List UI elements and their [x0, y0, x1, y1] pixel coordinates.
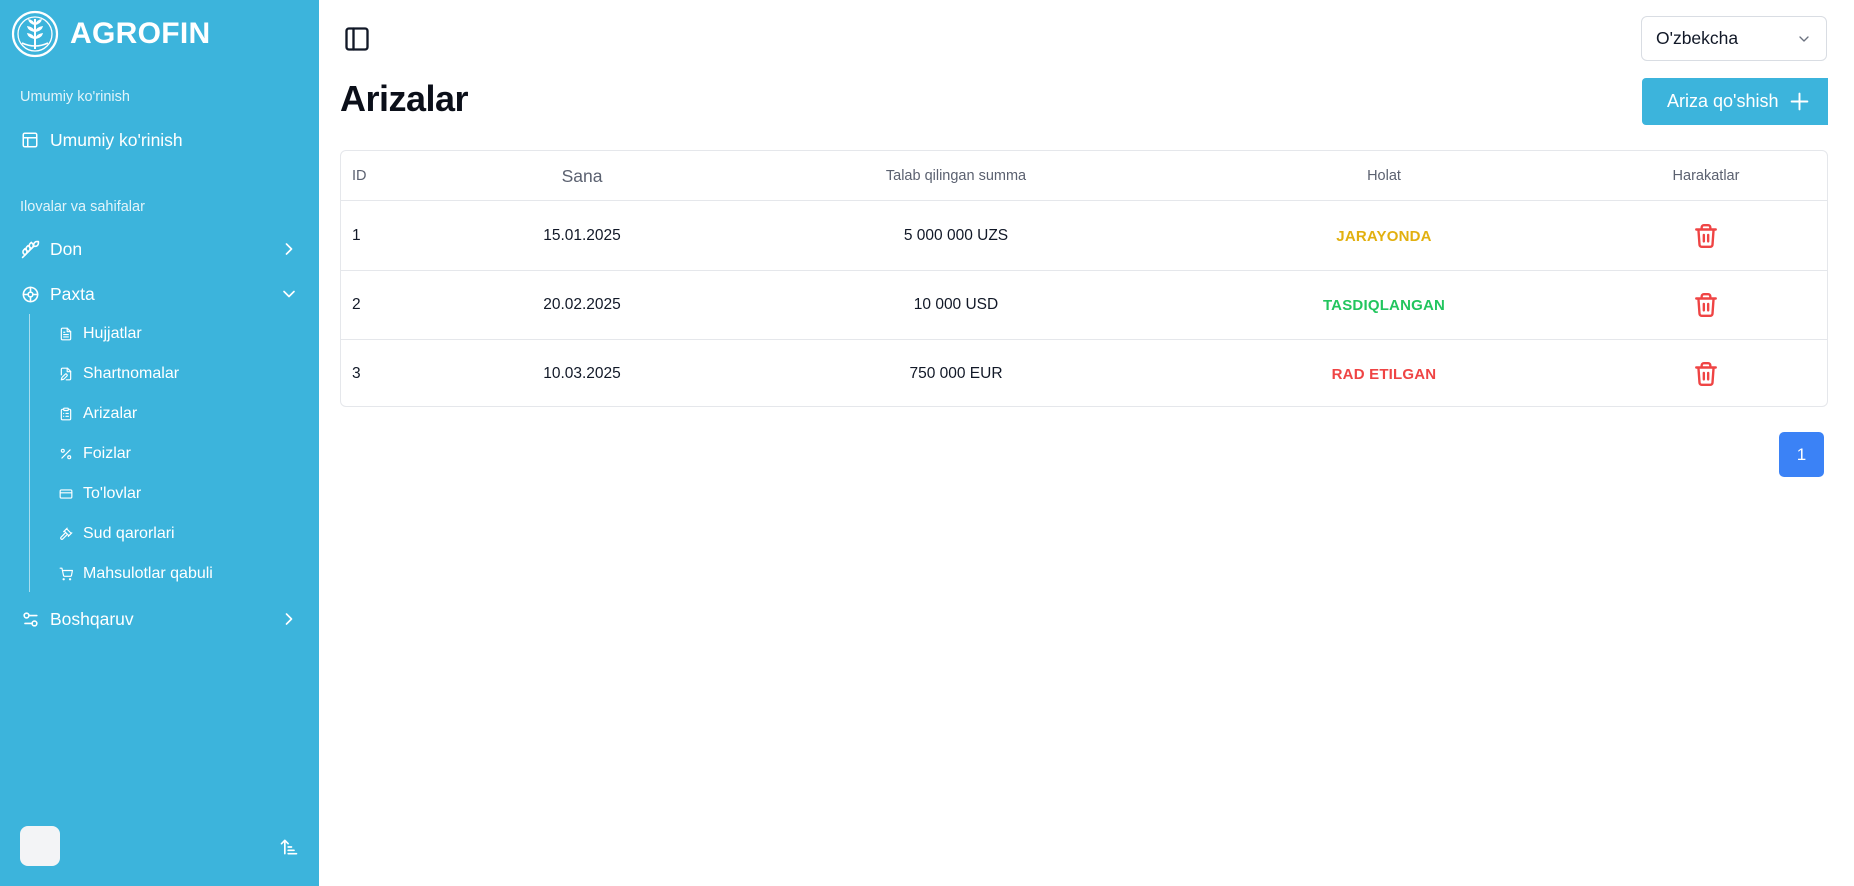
column-header-status: Holat [1367, 168, 1401, 184]
sidebar-subitem-label: Hujjatlar [83, 325, 142, 342]
table-row[interactable]: 3 10.03.2025 750 000 EUR RAD ETILGAN [341, 340, 1827, 409]
cell-date: 15.01.2025 [543, 227, 621, 244]
trash-icon [1695, 361, 1717, 387]
sidebar-subitem-label: Shartnomalar [83, 365, 180, 382]
page-title: Arizalar [340, 78, 469, 119]
delete-button[interactable] [1693, 291, 1719, 319]
settings-sliders-icon [20, 609, 40, 629]
table-row[interactable]: 2 20.02.2025 10 000 USD TASDIQLANGAN [341, 271, 1827, 340]
layout-icon [20, 130, 40, 150]
credit-card-icon [58, 486, 74, 502]
file-text-icon [58, 326, 74, 342]
chevron-right-icon [285, 243, 293, 255]
section-label-overview: Umumiy ko'rinish [20, 89, 130, 105]
submenu-line [29, 314, 30, 592]
plus-icon [1790, 92, 1809, 111]
avatar[interactable] [20, 826, 60, 866]
language-value: O'zbekcha [1656, 28, 1739, 48]
sidebar-subitem-shartnomalar[interactable]: Shartnomalar [58, 360, 179, 388]
trash-icon [1695, 292, 1717, 318]
sidebar-subitem-label: Mahsulotlar qabuli [83, 565, 213, 582]
delete-button[interactable] [1693, 222, 1719, 250]
column-header-id: ID [352, 168, 367, 184]
brand-name: AGROFIN [70, 17, 211, 50]
cell-amount: 750 000 EUR [909, 365, 1003, 382]
arrow-up-wide-icon [280, 839, 298, 855]
clipboard-icon [58, 406, 74, 422]
panel-left-icon [345, 27, 369, 51]
add-application-label: Ariza qo'shish [1667, 91, 1779, 111]
sidebar-subitem-label: Arizalar [83, 405, 138, 422]
language-select[interactable]: O'zbekcha [1641, 16, 1827, 61]
cell-date: 10.03.2025 [543, 365, 621, 382]
sidebar-item-label: Paxta [50, 283, 95, 304]
sidebar-toggle-button[interactable] [343, 24, 371, 54]
sidebar-subitem-hujjatlar[interactable]: Hujjatlar [58, 320, 142, 348]
cell-amount: 5 000 000 UZS [903, 227, 1009, 244]
cotton-icon [20, 284, 40, 304]
delete-button[interactable] [1693, 360, 1719, 388]
sort-collapse-button[interactable] [278, 836, 300, 858]
sidebar-subitem-mahsulotlar-qabuli[interactable]: Mahsulotlar qabuli [58, 560, 213, 588]
sidebar-subitem-arizalar[interactable]: Arizalar [58, 400, 137, 428]
sidebar-item-paxta[interactable]: Paxta [20, 279, 299, 309]
sidebar-item-overview[interactable]: Umumiy ko'rinish [20, 125, 299, 155]
cell-date: 20.02.2025 [543, 296, 621, 313]
sidebar-item-label: Umumiy ko'rinish [50, 129, 183, 150]
table-header: ID Sana Talab qilingan summa Holat Harak… [341, 151, 1827, 201]
cell-id: 3 [352, 365, 361, 382]
add-application-button[interactable]: Ariza qo'shish [1642, 78, 1828, 125]
column-header-date: Sana [561, 165, 603, 186]
sidebar-subitem-sud-qarorlari[interactable]: Sud qarorlari [58, 520, 175, 548]
brand[interactable]: AGROFIN [10, 9, 210, 59]
status-badge: TASDIQLANGAN [1322, 296, 1446, 314]
pagination-page-button[interactable]: 1 [1779, 432, 1824, 477]
gavel-icon [58, 526, 74, 542]
cell-id: 2 [352, 296, 361, 313]
column-header-actions: Harakatlar [1672, 168, 1740, 184]
sidebar-item-boshqaruv[interactable]: Boshqaruv [20, 604, 299, 634]
sidebar-item-label: Boshqaruv [50, 608, 134, 629]
chevron-down-icon [283, 290, 295, 298]
sidebar-subitem-label: Sud qarorlari [83, 525, 175, 542]
column-header-amount: Talab qilingan summa [885, 168, 1027, 184]
sidebar-item-label: Don [50, 238, 83, 259]
file-edit-icon [58, 366, 74, 382]
status-badge: JARAYONDA [1336, 227, 1432, 245]
trash-icon [1695, 223, 1717, 249]
percent-icon [58, 446, 74, 462]
cell-id: 1 [352, 227, 361, 244]
chevron-down-icon [1799, 35, 1809, 42]
sidebar-subitem-label: To'lovlar [83, 485, 142, 502]
sidebar-subitem-foizlar[interactable]: Foizlar [58, 440, 131, 468]
sidebar-subitem-tolovlar[interactable]: To'lovlar [58, 480, 141, 508]
wheat-icon [20, 239, 40, 259]
status-badge: RAD ETILGAN [1331, 365, 1437, 383]
section-label-apps: Ilovalar va sahifalar [20, 199, 145, 215]
cart-icon [58, 566, 74, 582]
agrofin-logo-icon [11, 10, 59, 58]
table-row[interactable]: 1 15.01.2025 5 000 000 UZS JARAYONDA [341, 202, 1827, 271]
applications-table: ID Sana Talab qilingan summa Holat Harak… [340, 150, 1828, 407]
cell-amount: 10 000 USD [913, 296, 999, 313]
chevron-right-icon [285, 613, 293, 625]
sidebar-subitem-label: Foizlar [83, 445, 132, 462]
sidebar-item-don[interactable]: Don [20, 234, 299, 264]
sidebar: AGROFIN Umumiy ko'rinish Umumiy ko'rinis… [0, 0, 319, 886]
